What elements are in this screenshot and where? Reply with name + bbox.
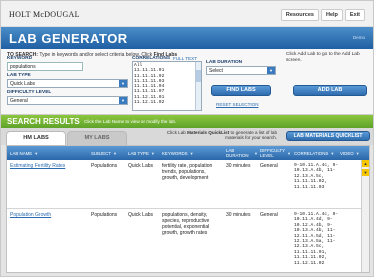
sort-icon: ▼ (34, 150, 39, 156)
duration-cell: 30 minutes (226, 163, 251, 169)
sort-icon: ▼ (355, 150, 360, 156)
keywords-cell: populations, density, species, reproduct… (162, 212, 210, 236)
lab-type-cell: Quick Labs (128, 163, 154, 169)
find-labs-button[interactable]: FIND LABS (211, 85, 271, 96)
lab-name-link[interactable]: Estimating Fertility Rates (10, 163, 88, 169)
add-lab-button[interactable]: ADD LAB (293, 85, 367, 96)
correlations-cell: 9-10.11.A.4c, 9-10.13.A.4b, 11-12.13.A.5… (294, 163, 339, 190)
title-bar: LAB GENERATOR Demo (1, 27, 373, 49)
duration-select[interactable]: Select ▼ (206, 66, 276, 75)
duration-label: LAB DURATION (206, 60, 243, 65)
correlations-cell: 9-10.11.A.4c, 9-10.11.A.4d, 9-10.12.A.4b… (294, 212, 339, 266)
sort-icon: ▼ (286, 150, 291, 156)
sort-icon: ▼ (150, 150, 155, 156)
correlations-listbox[interactable]: All 11.11.11.01 11.11.11.02 11.11.11.03 … (132, 61, 202, 111)
sort-icon: ▼ (189, 150, 194, 156)
col-header-correlations[interactable]: CORRELATIONS ▼ (294, 146, 340, 160)
chevron-down-icon: ▼ (119, 80, 127, 87)
brand-logo: HOLT McDOUGAL (9, 10, 80, 19)
search-results-title: SEARCH RESULTS (7, 117, 80, 126)
top-nav: Resources Help Exit (280, 9, 365, 21)
correlations-list: All 11.11.11.01 11.11.11.02 11.11.11.03 … (134, 63, 164, 105)
col-header-video[interactable]: VIDEO ▼ (340, 146, 364, 160)
lab-materials-quicklist-button[interactable]: LAB MATERIALS QUICKLIST (286, 131, 370, 141)
lab-generator-window: HOLT McDOUGAL Resources Help Exit LAB GE… (0, 0, 374, 277)
keywords-cell: fertility rate, population trends, popul… (162, 163, 213, 181)
tab-hm-labs[interactable]: HM LABS (6, 131, 66, 145)
chevron-down-icon: ▼ (267, 67, 275, 74)
scroll-down-icon[interactable]: ▼ (362, 169, 369, 176)
reset-selection-link[interactable]: RESET SELECTION (216, 102, 259, 107)
search-results-bar: SEARCH RESULTS Click the Lab Name to vie… (1, 115, 373, 128)
keyword-label: KEYWORD (7, 56, 33, 61)
labtype-select[interactable]: Quick Labs ▼ (7, 79, 128, 88)
subject-cell: Populations (91, 212, 118, 218)
difficulty-cell: General (260, 163, 278, 169)
exit-link[interactable]: Exit (344, 9, 365, 21)
chevron-down-icon: ▼ (119, 97, 127, 104)
lab-type-cell: Quick Labs (128, 212, 154, 218)
sort-icon: ▼ (330, 150, 335, 156)
scroll-up-icon[interactable]: ▲ (362, 160, 369, 167)
scroll-thumb[interactable] (196, 70, 201, 82)
correlations-scrollbar[interactable] (195, 62, 201, 110)
keyword-input[interactable]: populations (7, 62, 83, 71)
results-table: LAB NAME ▼ SUBJECT ▼ LAB TYPE ▼ KEYWORDS ▼ L… (6, 145, 370, 273)
difficulty-select[interactable]: General ▼ (7, 96, 128, 105)
correlation-option[interactable]: 11.11.11.01 (134, 68, 164, 73)
col-header-name[interactable]: LAB NAME ▼ (10, 146, 80, 160)
table-header: LAB NAME ▼ SUBJECT ▼ LAB TYPE ▼ KEYWORDS ▼ L… (7, 146, 369, 160)
help-link[interactable]: Help (320, 9, 343, 21)
difficulty-cell: General (260, 212, 278, 218)
correlation-option[interactable]: 11.12.11.02 (134, 100, 164, 105)
sort-icon: ▼ (113, 150, 117, 156)
add-lab-instructions: Click Add Lab to go to the Add Lab scree… (286, 52, 360, 63)
lab-name-link[interactable]: Population Growth (10, 212, 88, 218)
tabs-row: HM LABS MY LABS Click Lab Materials Quic… (1, 128, 373, 145)
labtype-label: LAB TYPE (7, 73, 31, 78)
difficulty-label: DIFFICULTY LEVEL (7, 90, 52, 95)
subject-cell: Populations (91, 163, 118, 169)
col-header-type[interactable]: LAB TYPE ▼ (128, 146, 158, 160)
duration-cell: 30 minutes (226, 212, 251, 218)
results-scrollbar[interactable]: ▲ ▼ (361, 160, 369, 272)
top-bar: HOLT McDOUGAL Resources Help Exit (1, 1, 373, 27)
resources-link[interactable]: Resources (280, 9, 319, 21)
col-header-subject[interactable]: SUBJECT ▼ (91, 146, 129, 160)
row-divider (7, 208, 361, 209)
col-header-keywords[interactable]: KEYWORDS ▼ (162, 146, 224, 160)
col-header-difficulty[interactable]: DIFFICULTY LEVEL ▼ (260, 146, 291, 160)
page-title: LAB GENERATOR (9, 31, 128, 46)
col-header-duration[interactable]: LAB DURATION ▼ (226, 146, 258, 160)
correlation-option[interactable]: 11.11.11.07 (134, 89, 164, 94)
tab-my-labs[interactable]: MY LABS (67, 131, 127, 145)
search-results-subtitle: Click the Lab Name to view or modify the… (84, 119, 177, 124)
title-right-text: Demo (352, 35, 365, 40)
quicklist-note: Click Lab Materials QuickList to generat… (166, 130, 277, 141)
sort-icon: ▼ (254, 150, 258, 156)
